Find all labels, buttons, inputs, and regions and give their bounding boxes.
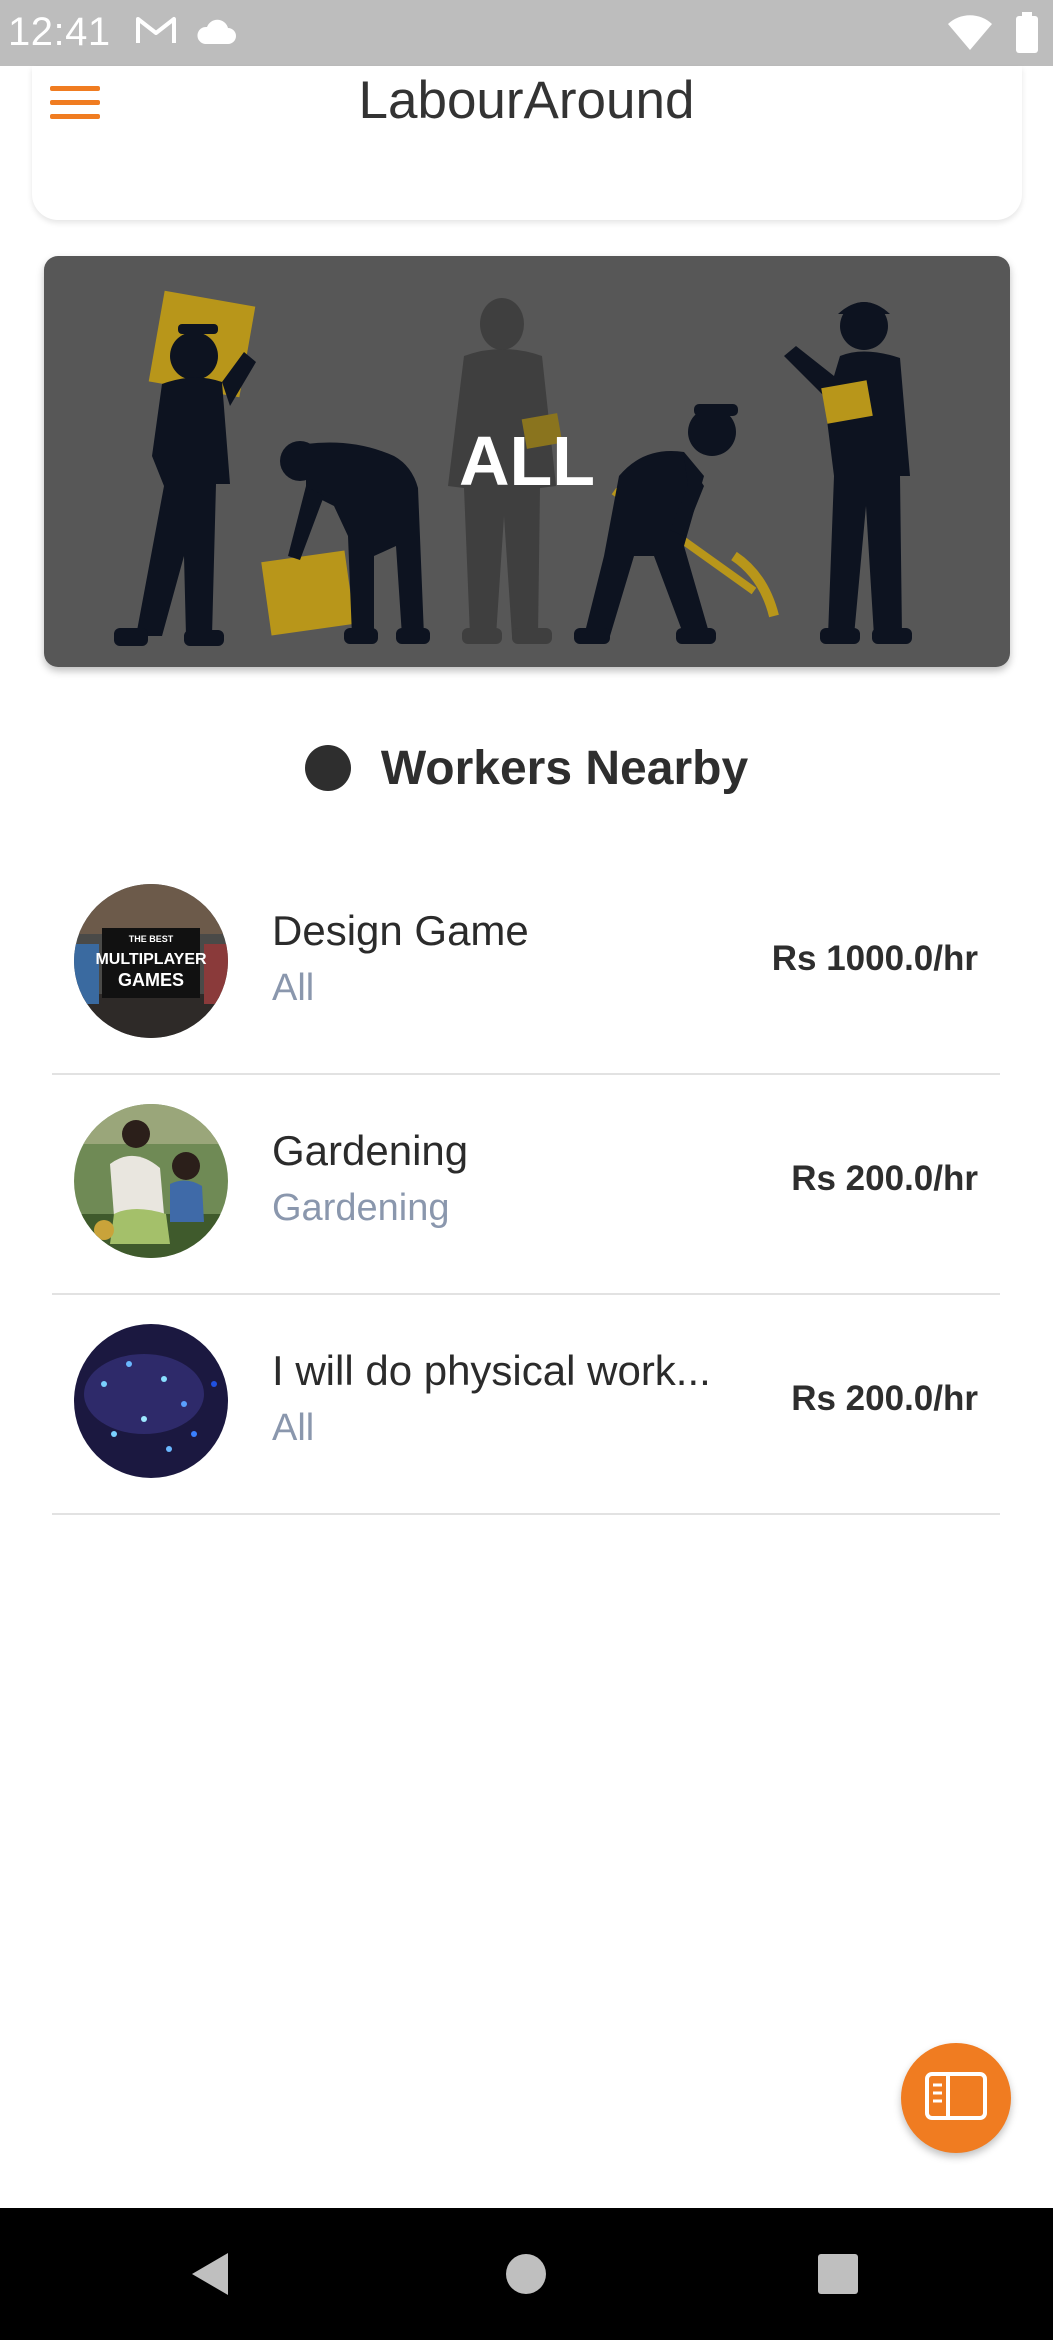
wifi-icon bbox=[947, 14, 993, 57]
worker-row[interactable]: THE BEST MULTIPLAYER GAMES Design Game A… bbox=[52, 855, 1000, 1075]
avatar-text-line-2: MULTIPLAYER bbox=[95, 951, 207, 968]
section-heading: Workers Nearby bbox=[0, 738, 1053, 798]
avatar bbox=[74, 1324, 228, 1478]
sidebar-panel-button[interactable] bbox=[901, 2043, 1011, 2153]
worker-category: Gardening bbox=[272, 1187, 450, 1229]
sidebar-panel-icon bbox=[924, 2071, 988, 2126]
gmail-icon bbox=[135, 14, 177, 51]
cloud-icon bbox=[195, 18, 237, 51]
app-title: LabourAround bbox=[358, 71, 695, 130]
avatar-text-line-1: THE BEST bbox=[129, 934, 174, 944]
worker-name: I will do physical work... bbox=[272, 1347, 711, 1394]
worker-rate: Rs 200.0/hr bbox=[791, 1159, 978, 1198]
recents-icon[interactable] bbox=[818, 2254, 858, 2294]
status-bar: 12:41 bbox=[0, 0, 1053, 66]
banner-label: ALL bbox=[458, 422, 596, 500]
worker-rate: Rs 200.0/hr bbox=[791, 1379, 978, 1418]
worker-name: Design Game bbox=[272, 907, 529, 954]
battery-icon bbox=[1015, 12, 1039, 59]
avatar-text-line-3: GAMES bbox=[118, 970, 184, 990]
worker-rate: Rs 1000.0/hr bbox=[771, 939, 978, 978]
worker-row[interactable]: Gardening Gardening Rs 200.0/hr bbox=[52, 1075, 1000, 1295]
worker-row[interactable]: I will do physical work... All Rs 200.0/… bbox=[52, 1295, 1000, 1515]
system-nav-bar bbox=[0, 2208, 1053, 2340]
back-icon[interactable] bbox=[190, 2251, 230, 2302]
avatar: THE BEST MULTIPLAYER GAMES bbox=[74, 884, 228, 1038]
section-title: Workers Nearby bbox=[380, 741, 749, 795]
avatar bbox=[74, 1104, 228, 1258]
category-banner[interactable]: ALL bbox=[44, 256, 1010, 667]
worker-category: All bbox=[272, 967, 315, 1009]
status-time: 12:41 bbox=[8, 10, 111, 54]
home-icon[interactable] bbox=[506, 2254, 546, 2294]
section-dot-icon bbox=[304, 745, 351, 791]
worker-list: THE BEST MULTIPLAYER GAMES Design Game A… bbox=[52, 855, 1000, 1515]
worker-category: All bbox=[272, 1407, 315, 1449]
worker-name: Gardening bbox=[272, 1127, 469, 1174]
